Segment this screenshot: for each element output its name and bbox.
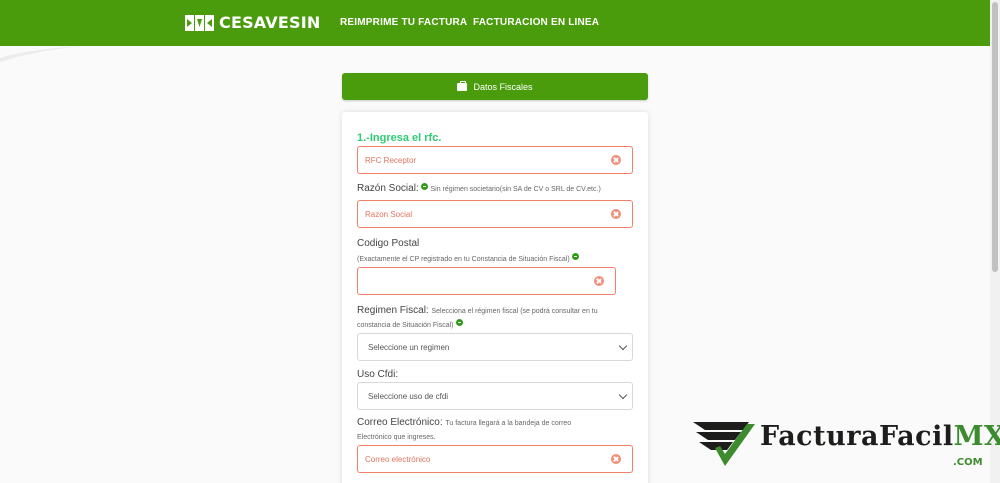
razon-social-field[interactable] (357, 200, 633, 228)
codigo-postal-input[interactable] (365, 268, 585, 294)
regimen-hint-row: constancia de Situación Fiscal) (357, 319, 463, 333)
regimen-label: Regimen Fiscal: (357, 305, 429, 316)
info-icon[interactable] (420, 183, 428, 190)
cesavesin-logo-icon (185, 14, 214, 31)
rfc-field[interactable] (357, 146, 633, 174)
rfc-input[interactable] (365, 147, 605, 173)
nav-facturacion-en-linea[interactable]: FACTURACION EN LINEA (473, 17, 599, 28)
top-navbar: CESAVESIN REIMPRIME TU FACTURA FACTURACI… (0, 0, 990, 46)
brand-name: CESAVESIN (219, 13, 321, 32)
facturafacil-com: .COM (953, 457, 983, 468)
info-icon[interactable] (455, 319, 463, 326)
error-icon (594, 276, 604, 286)
error-icon (611, 155, 621, 165)
step-title: 1.-Ingresa el rfc. (357, 132, 442, 144)
error-icon (611, 209, 621, 219)
brand[interactable]: CESAVESIN (185, 13, 320, 32)
correo-hint-line2: Electrónico que ingreses. (357, 434, 436, 441)
codigo-postal-hint: (Exactamente el CP registrado en tu Cons… (357, 256, 570, 263)
regimen-hint-line2: constancia de Situación Fiscal) (357, 322, 454, 329)
correo-label: Correo Electrónico: (357, 417, 443, 428)
briefcase-icon (457, 80, 468, 91)
uso-cfdi-label: Uso Cfdi: (357, 369, 399, 380)
chevron-down-icon (618, 341, 628, 351)
facturafacil-mx: MX (953, 421, 1000, 452)
razon-social-label: Razón Social: (357, 183, 419, 194)
regimen-select[interactable]: Seleccione un regimen (357, 333, 633, 361)
razon-social-label-row: Razón Social: Sin régimen societario(sin… (357, 183, 601, 194)
facturafacil-logo-icon (693, 422, 755, 466)
correo-hint-line1: Tu factura llegará a la bandeja de corre… (445, 420, 572, 427)
facturafacil-main: FacturaFacil (760, 421, 954, 452)
correo-label-row: Correo Electrónico: Tu factura llegará a… (357, 417, 571, 428)
uso-cfdi-selected: Seleccione uso de cfdi (368, 391, 449, 401)
facturafacil-wordmark: FacturaFacilMX (760, 421, 1000, 452)
nav-reimprime-factura[interactable]: REIMPRIME TU FACTURA (340, 17, 467, 28)
chevron-down-icon (618, 390, 628, 400)
scrollbar-thumb[interactable] (992, 2, 998, 272)
info-icon[interactable] (571, 253, 579, 260)
razon-social-hint: Sin régimen societario(sin SA de CV o SR… (430, 186, 601, 193)
codigo-postal-hint-row: (Exactamente el CP registrado en tu Cons… (357, 253, 579, 267)
error-icon (611, 454, 621, 464)
uso-cfdi-select[interactable]: Seleccione uso de cfdi (357, 382, 633, 410)
datos-fiscales-label: Datos Fiscales (473, 81, 533, 92)
regimen-hint-line1: Selecciona el régimen fiscal (se podrá c… (431, 308, 598, 315)
decorative-swoosh (0, 46, 80, 62)
correo-field[interactable] (357, 445, 633, 473)
regimen-label-row: Regimen Fiscal: Selecciona el régimen fi… (357, 305, 598, 316)
datos-fiscales-button[interactable]: Datos Fiscales (342, 73, 648, 100)
page: CESAVESIN REIMPRIME TU FACTURA FACTURACI… (0, 0, 1000, 483)
codigo-postal-label: Codigo Postal (357, 238, 420, 249)
correo-input[interactable] (365, 446, 605, 472)
regimen-selected: Seleccione un regimen (368, 342, 450, 352)
codigo-postal-field[interactable] (357, 267, 616, 295)
page-scrollbar[interactable] (990, 0, 1000, 483)
razon-social-input[interactable] (365, 201, 605, 227)
